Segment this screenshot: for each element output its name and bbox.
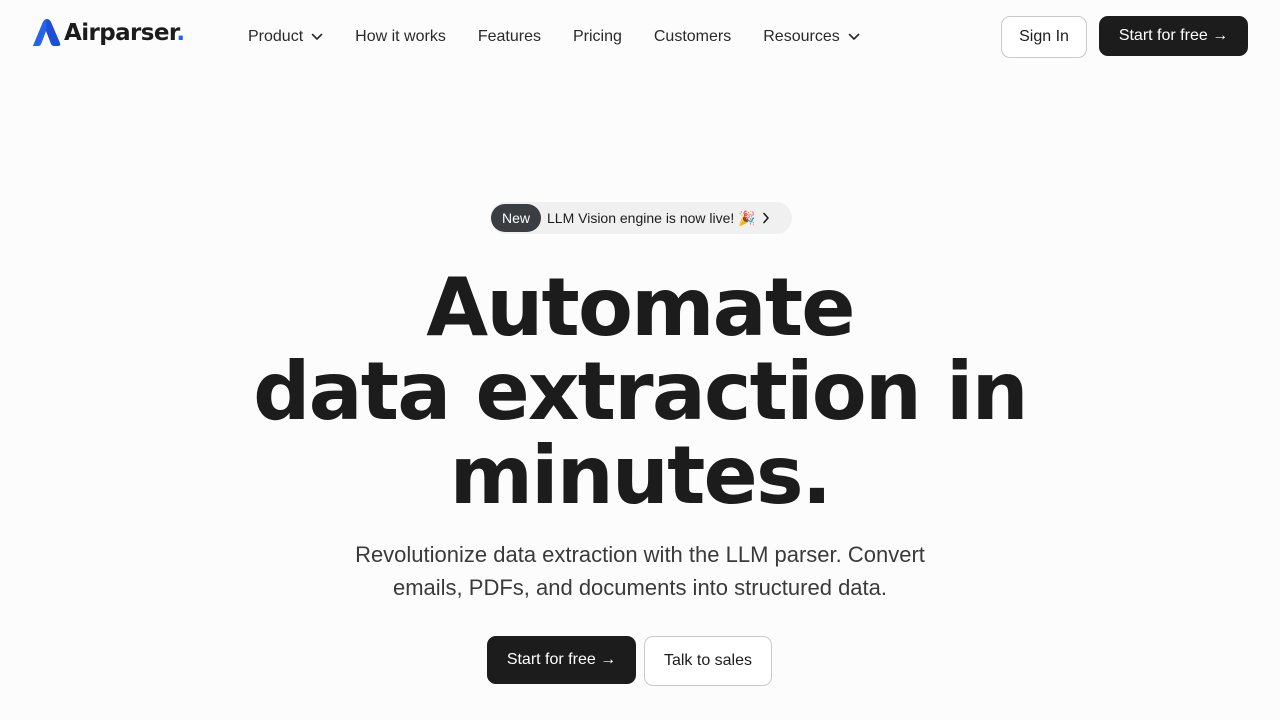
nav-item-label: Resources (763, 28, 840, 45)
new-tag: New (491, 204, 541, 232)
nav-item-resources[interactable]: Resources (763, 26, 860, 48)
nav-item-customers[interactable]: Customers (654, 26, 731, 48)
announcement-badge[interactable]: New LLM Vision engine is now live! 🎉 (490, 202, 792, 234)
nav-item-label: Product (248, 28, 304, 45)
hero-title-line: minutes. (449, 429, 833, 522)
nav-item-label: How it works (355, 28, 446, 45)
sign-in-button[interactable]: Sign In (1001, 16, 1087, 58)
nav-item-label: Customers (653, 28, 732, 45)
start-free-nav-button[interactable]: Start for free → (1099, 16, 1248, 56)
nav-item-label: Features (477, 28, 541, 45)
chevron-down-icon (848, 33, 860, 40)
brand-dot: . (176, 20, 185, 46)
nav-item-pricing[interactable]: Pricing (573, 26, 622, 48)
start-free-button[interactable]: Start for free → (487, 636, 636, 684)
landing-page: Airparser. Product How it works Features… (0, 0, 1280, 720)
chevron-right-icon (762, 212, 769, 224)
nav-item-product[interactable]: Product (248, 26, 323, 48)
nav-item-features[interactable]: Features (478, 26, 541, 48)
chevron-down-icon (311, 33, 323, 40)
top-navigation: Airparser. Product How it works Features… (0, 0, 1280, 74)
talk-to-sales-button[interactable]: Talk to sales (644, 636, 772, 686)
hero-title: Automate data extraction in minutes. (0, 266, 1280, 518)
brand-wordmark: Airparser. (64, 20, 185, 46)
hero-title-line: data extraction in (253, 345, 1029, 438)
nav-item-how-it-works[interactable]: How it works (355, 26, 446, 48)
main-menu: Product How it works Features Pricing Cu… (248, 26, 860, 48)
nav-item-label: Pricing (572, 28, 622, 45)
airparser-logo-icon (33, 19, 61, 46)
brand-logo[interactable]: Airparser. (31, 19, 185, 47)
hero-subtitle: Revolutionize data extraction with the L… (355, 542, 925, 600)
hero-title-line: Automate (426, 261, 855, 354)
announcement-text: LLM Vision engine is now live! 🎉 (547, 209, 756, 226)
